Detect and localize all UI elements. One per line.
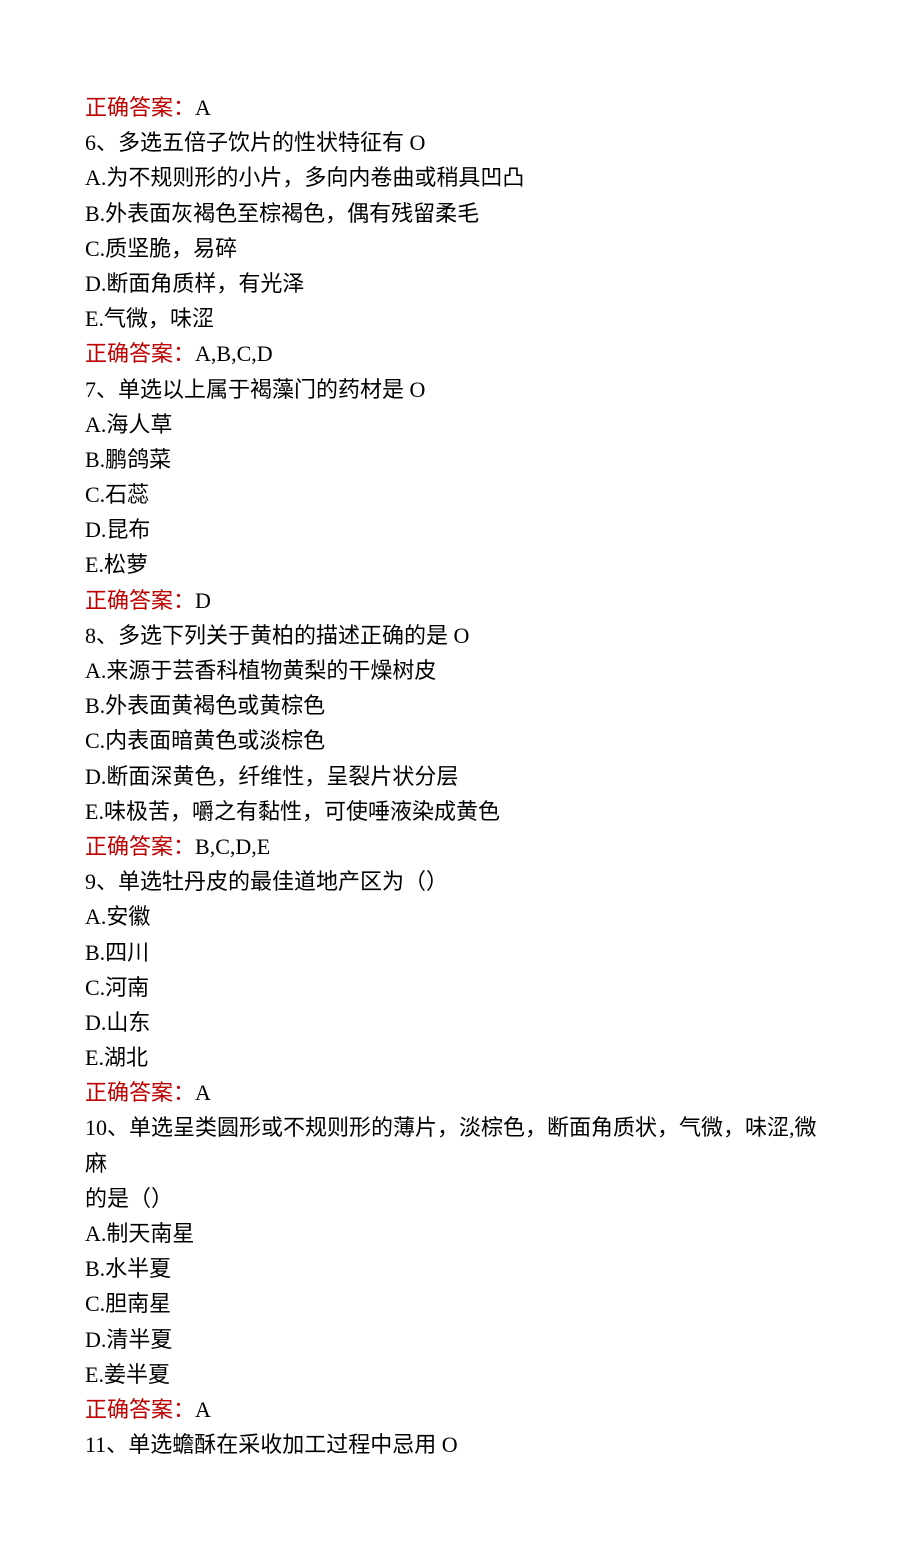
question-stem: 8、多选下列关于黄柏的描述正确的是 O <box>85 618 835 653</box>
answer-label: 正确答案： <box>85 834 195 859</box>
option-text: D.昆布 <box>85 517 150 542</box>
option-line: E.气微，味涩 <box>85 301 835 336</box>
question-stem-text: 五倍子饮片的性状特征有 O <box>162 130 425 155</box>
question-number: 8、 <box>85 623 118 648</box>
option-line: E.松萝 <box>85 547 835 582</box>
option-text: E.松萝 <box>85 552 148 577</box>
option-text: D.断面深黄色，纤维性，呈裂片状分层 <box>85 764 458 789</box>
option-line: C.胆南星 <box>85 1286 835 1321</box>
option-text: E.味极苦，嚼之有黏性，可使唾液染成黄色 <box>85 799 500 824</box>
question-type: 单选 <box>118 869 162 894</box>
option-line: B.外表面黄褐色或黄棕色 <box>85 688 835 723</box>
option-line: D.断面角质样，有光泽 <box>85 266 835 301</box>
answer-line: 正确答案：A <box>85 1392 835 1427</box>
option-line: C.石蕊 <box>85 477 835 512</box>
question-stem-text: 的是（） <box>85 1186 173 1211</box>
option-line: A.来源于芸香科植物黄梨的干燥树皮 <box>85 653 835 688</box>
question-number: 6、 <box>85 130 118 155</box>
question-stem: 的是（） <box>85 1181 835 1216</box>
answer-value: A <box>195 95 211 120</box>
answer-label: 正确答案： <box>85 588 195 613</box>
option-line: D.断面深黄色，纤维性，呈裂片状分层 <box>85 759 835 794</box>
option-line: C.内表面暗黄色或淡棕色 <box>85 723 835 758</box>
answer-line: 正确答案：A <box>85 1075 835 1110</box>
option-text: A.海人草 <box>85 412 172 437</box>
answer-label: 正确答案： <box>85 341 195 366</box>
option-line: D.清半夏 <box>85 1322 835 1357</box>
option-line: B.外表面灰褐色至棕褐色，偶有残留柔毛 <box>85 196 835 231</box>
option-text: A.制天南星 <box>85 1221 194 1246</box>
answer-value: B,C,D,E <box>195 834 270 859</box>
option-text: C.质坚脆，易碎 <box>85 236 237 261</box>
question-number: 7、 <box>85 377 118 402</box>
question-number: 9、 <box>85 869 118 894</box>
option-line: B.鹏鸽菜 <box>85 442 835 477</box>
answer-value: D <box>195 588 211 613</box>
question-stem: 11、单选蟾酥在采收加工过程中忌用 O <box>85 1427 835 1462</box>
answer-line: 正确答案：B,C,D,E <box>85 829 835 864</box>
option-text: B.外表面黄褐色或黄棕色 <box>85 693 325 718</box>
question-stem-text: 牡丹皮的最佳道地产区为（） <box>162 869 448 894</box>
question-stem-text: 呈类圆形或不规则形的薄片，淡棕色，断面角质状，气微，味涩,微麻 <box>85 1115 817 1175</box>
question-stem-text: 下列关于黄柏的描述正确的是 O <box>162 623 469 648</box>
option-line: E.湖北 <box>85 1040 835 1075</box>
option-line: A.为不规则形的小片，多向内卷曲或稍具凹凸 <box>85 160 835 195</box>
option-text: A.为不规则形的小片，多向内卷曲或稍具凹凸 <box>85 165 524 190</box>
question-stem: 7、单选以上属于褐藻门的药材是 O <box>85 372 835 407</box>
question-number: 11、 <box>85 1432 128 1457</box>
question-stem: 10、单选呈类圆形或不规则形的薄片，淡棕色，断面角质状，气微，味涩,微麻 <box>85 1110 835 1180</box>
option-text: C.石蕊 <box>85 482 149 507</box>
answer-label: 正确答案： <box>85 1080 195 1105</box>
question-stem-text: 蟾酥在采收加工过程中忌用 O <box>172 1432 457 1457</box>
answer-line: 正确答案：D <box>85 583 835 618</box>
question-type: 单选 <box>128 1432 172 1457</box>
option-text: D.山东 <box>85 1010 150 1035</box>
question-stem: 9、单选牡丹皮的最佳道地产区为（） <box>85 864 835 899</box>
option-line: D.昆布 <box>85 512 835 547</box>
option-text: D.断面角质样，有光泽 <box>85 271 304 296</box>
option-text: B.外表面灰褐色至棕褐色，偶有残留柔毛 <box>85 201 479 226</box>
option-text: B.水半夏 <box>85 1256 171 1281</box>
option-line: E.姜半夏 <box>85 1357 835 1392</box>
option-line: B.四川 <box>85 935 835 970</box>
option-line: D.山东 <box>85 1005 835 1040</box>
question-number: 10、 <box>85 1115 129 1140</box>
answer-value: A <box>195 1397 211 1422</box>
option-line: B.水半夏 <box>85 1251 835 1286</box>
option-text: C.河南 <box>85 975 149 1000</box>
option-text: A.安徽 <box>85 904 150 929</box>
option-text: B.四川 <box>85 940 149 965</box>
option-text: E.姜半夏 <box>85 1362 170 1387</box>
question-type: 单选 <box>118 377 162 402</box>
option-text: C.内表面暗黄色或淡棕色 <box>85 728 325 753</box>
option-line: A.海人草 <box>85 407 835 442</box>
answer-value: A <box>195 1080 211 1105</box>
answer-value: A,B,C,D <box>195 341 273 366</box>
option-line: A.安徽 <box>85 899 835 934</box>
question-stem: 6、多选五倍子饮片的性状特征有 O <box>85 125 835 160</box>
question-stem-text: 以上属于褐藻门的药材是 O <box>162 377 425 402</box>
question-type: 单选 <box>129 1115 173 1140</box>
option-text: E.湖北 <box>85 1045 148 1070</box>
option-text: B.鹏鸽菜 <box>85 447 171 472</box>
answer-label: 正确答案： <box>85 1397 195 1422</box>
answer-line: 正确答案：A,B,C,D <box>85 336 835 371</box>
option-line: C.质坚脆，易碎 <box>85 231 835 266</box>
option-line: C.河南 <box>85 970 835 1005</box>
option-text: D.清半夏 <box>85 1327 172 1352</box>
option-line: E.味极苦，嚼之有黏性，可使唾液染成黄色 <box>85 794 835 829</box>
question-type: 多选 <box>118 130 162 155</box>
answer-line: 正确答案：A <box>85 90 835 125</box>
option-line: A.制天南星 <box>85 1216 835 1251</box>
answer-label: 正确答案： <box>85 95 195 120</box>
question-type: 多选 <box>118 623 162 648</box>
option-text: A.来源于芸香科植物黄梨的干燥树皮 <box>85 658 436 683</box>
option-text: E.气微，味涩 <box>85 306 214 331</box>
option-text: C.胆南星 <box>85 1291 171 1316</box>
